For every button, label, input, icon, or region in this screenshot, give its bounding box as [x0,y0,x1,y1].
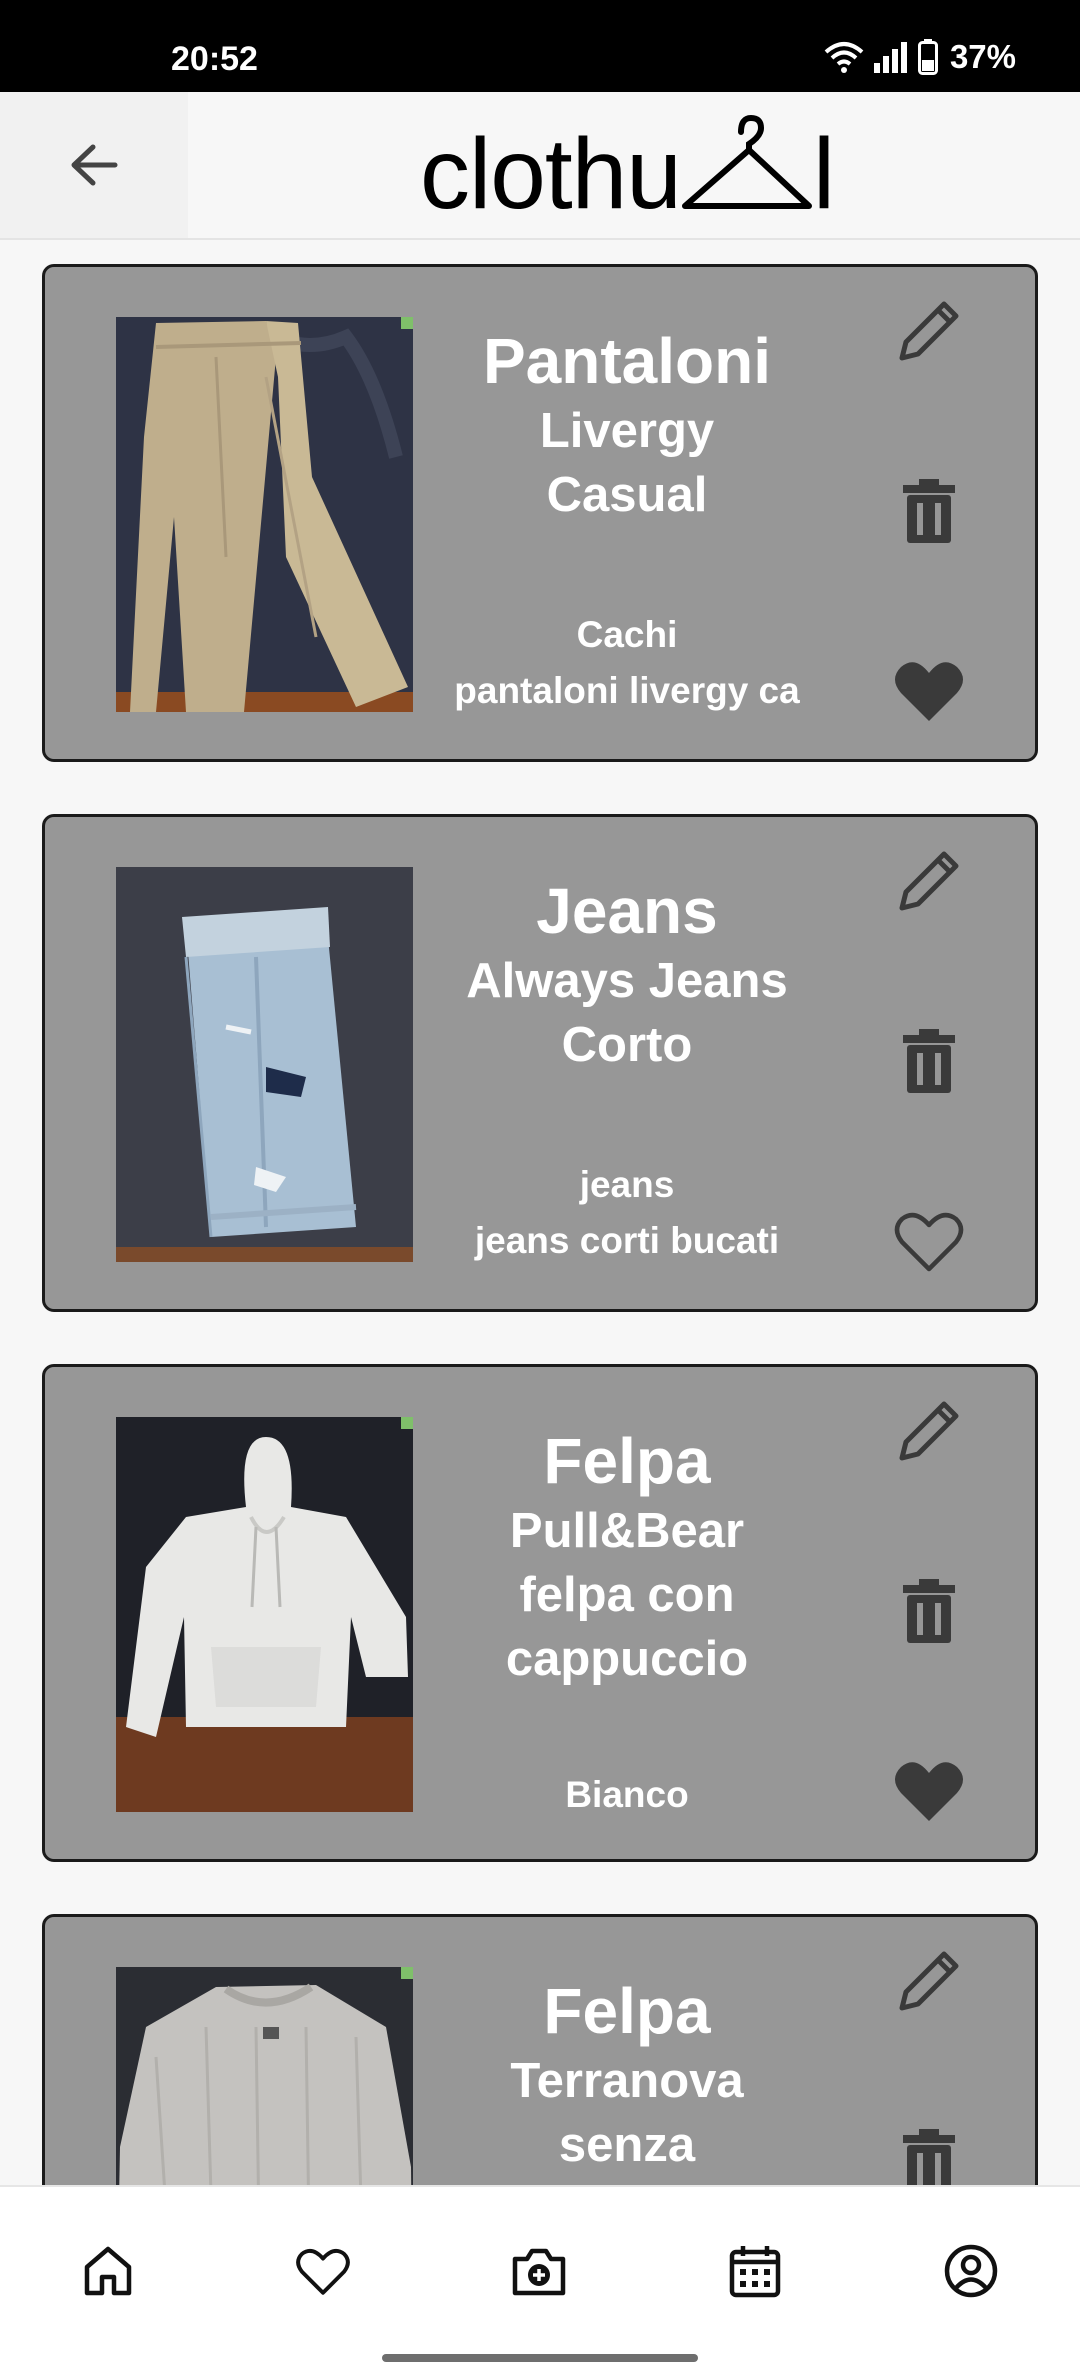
logo-text-end: l [812,118,836,230]
heart-outline-icon [894,1212,964,1272]
clothing-card[interactable]: Jeans Always Jeans Corto jeans jeans cor… [42,814,1038,1312]
edit-button[interactable] [885,1937,973,2025]
clothing-photo[interactable] [116,317,413,712]
clothing-color: jeans [579,1164,675,1205]
clothing-brand: Pull&Bear [509,1504,745,1558]
white-hoodie-photo [116,1417,413,1812]
favorite-button[interactable] [885,1747,973,1835]
pencil-icon [899,1951,959,2011]
clothing-photo[interactable] [116,867,413,1262]
clothing-photo[interactable] [116,1417,413,1812]
arrow-back-icon [71,144,118,186]
nav-home[interactable] [68,2231,148,2311]
clothing-list[interactable]: Pantaloni Livergy Casual Cachi pantaloni… [0,240,1080,2185]
trash-icon [903,1029,955,1093]
clothing-card[interactable]: Felpa Terranova senza [42,1914,1038,2185]
clothing-style: Corto [561,1018,693,1072]
delete-button[interactable] [885,2117,973,2185]
clothing-photo[interactable] [116,1967,413,2185]
clothing-color: Bianco [565,1774,689,1815]
wardrobe-screen: 20:52 37% clothu l Pantaloni Livergy Cas… [0,0,1080,2376]
heart-filled-icon [895,1762,963,1821]
clothing-info: Felpa Terranova senza [435,1973,819,2177]
trash-icon [903,2129,955,2185]
delete-button[interactable] [885,1567,973,1655]
home-icon [84,2246,132,2296]
battery-icon [917,39,938,75]
app-header: clothu l [0,92,1080,240]
clothing-category: Jeans [536,875,718,947]
clothing-info: Jeans Always Jeans Corto [435,873,819,1077]
clothing-category: Pantaloni [482,325,772,397]
clothing-style: felpa con cappuccio [505,1568,749,1686]
clothing-style: senza [558,2118,696,2172]
favorite-button[interactable] [885,647,973,735]
trash-icon [903,1579,955,1643]
status-time: 20:52 [171,40,258,78]
nav-profile[interactable] [931,2231,1011,2311]
battery-percentage: 37% [949,38,1016,75]
clothing-brand: Livergy [539,404,715,458]
nav-add-item[interactable] [499,2231,579,2311]
clothing-card[interactable]: Felpa Pull&Bear felpa con cappuccio Bian… [42,1364,1038,1862]
favorite-button[interactable] [885,1197,973,1285]
ripped-denim-shorts-photo [116,867,413,1262]
edit-button[interactable] [885,837,973,925]
signal-icon [873,42,907,73]
add-photo-icon [512,2248,566,2296]
edit-button[interactable] [885,287,973,375]
clothing-brand: Always Jeans [466,954,788,1008]
nav-calendar[interactable] [715,2231,795,2311]
khaki-trousers-photo [116,317,413,712]
app-logo: clothu l [420,114,835,224]
home-indicator[interactable] [382,2354,698,2362]
status-bar: 20:52 37% [0,0,1080,92]
clothing-info: Felpa Pull&Bear felpa con cappuccio [435,1423,819,1691]
clothing-card[interactable]: Pantaloni Livergy Casual Cachi pantaloni… [42,264,1038,762]
clothing-category: Felpa [543,1425,711,1497]
hanger-icon [681,114,812,209]
clothing-description: jeans corti bucati [474,1220,780,1261]
wifi-icon [824,42,864,73]
bottom-navigation [0,2185,1080,2376]
clothing-color: Cachi [576,614,678,655]
trash-icon [903,479,955,543]
back-button[interactable] [0,92,188,238]
heart-icon [296,2248,350,2295]
profile-icon [944,2244,998,2298]
edit-button[interactable] [885,1387,973,1475]
heart-filled-icon [895,662,963,721]
clothing-details: Bianco [435,1767,819,1823]
clothing-style: Casual [546,468,708,522]
clothing-description: pantaloni livergy ca [454,670,800,711]
delete-button[interactable] [885,467,973,555]
pencil-icon [899,851,959,911]
clothing-category: Felpa [543,1975,711,2047]
grey-sweater-photo [116,1967,413,2185]
clothing-details: jeans jeans corti bucati [435,1157,819,1269]
delete-button[interactable] [885,1017,973,1105]
pencil-icon [899,301,959,361]
pencil-icon [899,1401,959,1461]
clothing-info: Pantaloni Livergy Casual [435,323,819,527]
status-icons: 37% [824,38,1016,76]
logo-text: clothu [420,118,682,230]
calendar-icon [729,2246,781,2298]
nav-favorites[interactable] [283,2231,363,2311]
clothing-details: Cachi pantaloni livergy ca [435,607,819,719]
clothing-brand: Terranova [510,2054,744,2108]
